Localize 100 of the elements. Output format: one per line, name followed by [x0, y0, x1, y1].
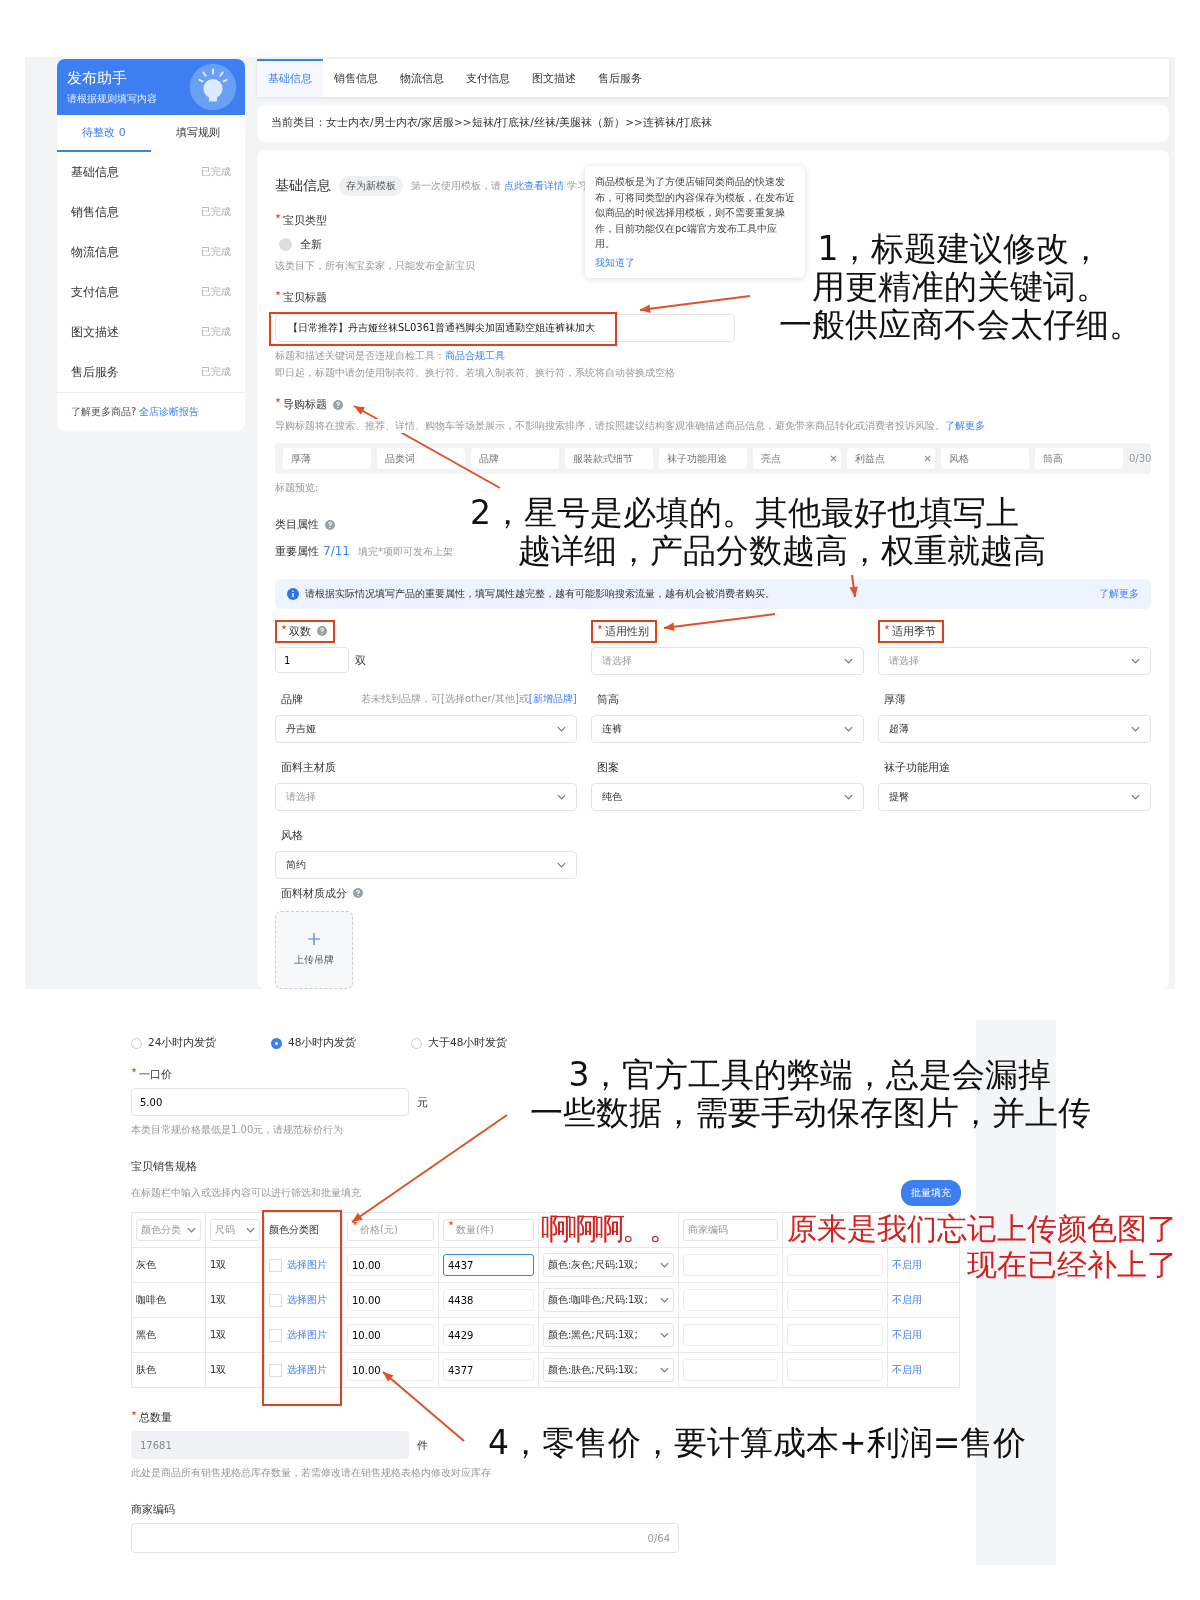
keyword-field[interactable]: 厚薄	[283, 448, 371, 469]
field-label: 宝贝标题	[283, 290, 327, 305]
number-input[interactable]: 1	[275, 647, 349, 673]
sidebar-item-label: 售后服务	[71, 363, 119, 381]
select-dropdown[interactable]: 连裤	[590, 715, 864, 743]
select-dropdown[interactable]: 纯色	[590, 783, 864, 811]
keyword-field[interactable]: 品类词	[377, 448, 465, 469]
upload-button[interactable]: 上传吊牌	[275, 911, 353, 989]
keyword-field[interactable]: 筒高	[1035, 448, 1123, 469]
tab[interactable]: 售后服务	[587, 59, 653, 97]
help-icon[interactable]	[325, 519, 335, 530]
image-thumbnail	[269, 1328, 282, 1342]
sidebar-item[interactable]: 图文描述 已完成	[57, 312, 245, 352]
choose-image-link[interactable]: 选择图片	[287, 1328, 327, 1342]
tab[interactable]: 图文描述	[521, 59, 587, 97]
tab[interactable]: 支付信息	[455, 59, 521, 97]
select-dropdown[interactable]: 简约	[275, 851, 577, 879]
chevron-down-icon	[1131, 726, 1140, 732]
sidebar-item[interactable]: 支付信息 已完成	[57, 272, 245, 312]
spec-dropdown[interactable]: 颜色:灰色;尺码:1双;	[543, 1253, 674, 1277]
chevron-down-icon	[1131, 658, 1140, 664]
chevron-down-icon	[660, 1332, 669, 1338]
keyword-field[interactable]: 品牌	[471, 448, 559, 469]
attribute-label: 品牌	[280, 691, 304, 708]
attribute-label: 厚薄	[882, 691, 907, 708]
select-dropdown[interactable]: 提臀	[877, 783, 1151, 811]
section-label: 宝贝销售规格	[131, 1159, 197, 1174]
annotation-text: 4，零售价，要计算成本+利润=售价	[488, 1424, 1027, 1462]
annotation-text: 现在已经补上了	[967, 1248, 1177, 1281]
price-input[interactable]: 5.00	[131, 1088, 409, 1116]
attribute-label: 适用季节	[877, 619, 944, 643]
unit-label: 件	[417, 1437, 428, 1453]
keyword-field[interactable]: 风格	[941, 448, 1029, 469]
help-icon[interactable]	[317, 626, 327, 636]
field-label: 类目属性	[275, 517, 319, 532]
radio-button[interactable]	[271, 1037, 282, 1049]
help-icon[interactable]	[353, 888, 363, 898]
chevron-down-icon	[187, 1227, 196, 1233]
tab[interactable]: 销售信息	[323, 59, 389, 97]
disable-link[interactable]: 不启用	[892, 1294, 922, 1305]
compliance-tool-link[interactable]: 商品合规工具	[445, 350, 505, 361]
price-input[interactable]: 10.00	[347, 1254, 434, 1276]
keyword-field[interactable]: 袜子功能用途	[659, 448, 747, 469]
annotation-text: 1，标题建议修改，	[817, 230, 1103, 268]
got-it-link[interactable]: 我知道了	[595, 254, 795, 270]
sidebar-item-label: 支付信息	[71, 283, 119, 301]
keyword-field[interactable]: 利益点	[847, 448, 935, 469]
attribute-label: 双数	[275, 619, 335, 643]
quantity-input[interactable]: 4438	[443, 1289, 534, 1311]
help-text: 若未找到品牌，可[选择other/其他]或[新增品牌]	[361, 692, 577, 706]
learn-more-link[interactable]: 了解更多	[1099, 587, 1139, 601]
clear-icon[interactable]	[924, 455, 931, 462]
quantity-input[interactable]: 4377	[443, 1359, 534, 1381]
spec-dropdown[interactable]: 颜色:咖啡色;尺码:1双;	[543, 1288, 674, 1312]
spec-dropdown[interactable]: 颜色:肤色;尺码:1双;	[543, 1358, 674, 1382]
learn-more-link[interactable]: 了解更多	[945, 420, 985, 431]
select-dropdown[interactable]: 超薄	[877, 715, 1151, 743]
quantity-input[interactable]: 4437	[443, 1254, 534, 1276]
tooltip-text: 商品模板是为了方便店铺同类商品的快速发布，可将同类型的内容保存为模板，在发布近似商品的时候选择用模板，则不需要重复操作，目前功能仅在pc端官方发布工具中应用。	[595, 175, 795, 251]
add-brand-link[interactable]: [新增品牌]	[528, 693, 577, 704]
image-thumbnail	[269, 1258, 282, 1272]
choose-image-link[interactable]: 选择图片	[287, 1363, 327, 1377]
report-link[interactable]: 全店诊断报告	[139, 405, 200, 419]
clear-icon[interactable]	[830, 455, 837, 462]
table-cell: 黑色	[131, 1317, 206, 1353]
info-icon	[287, 588, 299, 600]
details-link[interactable]: 点此查看详情	[504, 180, 565, 191]
status-text: 已完成	[201, 325, 231, 339]
batch-fill-button[interactable]: 批量填充	[901, 1180, 961, 1206]
breadcrumb: 当前类目：女士内衣/男士内衣/家居服>>短袜/打底袜/丝袜/美腿袜（新）>>连裤袜/打底袜	[271, 116, 713, 131]
choose-image-link[interactable]: 选择图片	[287, 1258, 327, 1272]
sidebar-item[interactable]: 售后服务 已完成	[57, 352, 245, 392]
chevron-down-icon	[1131, 794, 1140, 800]
annotation-text: 一般供应商不会太仔细。	[778, 305, 1142, 344]
arrow	[849, 574, 858, 598]
tab[interactable]: 物流信息	[389, 59, 455, 97]
tab[interactable]: 基础信息	[257, 59, 323, 97]
keyword-field[interactable]: 服装款式细节	[565, 448, 653, 469]
sidebar-item[interactable]: 物流信息 已完成	[57, 232, 245, 272]
disable-link[interactable]: 不启用	[892, 1329, 922, 1340]
sidebar-item[interactable]: 销售信息 已完成	[57, 192, 245, 232]
attribute-label: 面料材质成分	[275, 881, 371, 905]
quantity-input[interactable]: 4429	[443, 1324, 534, 1346]
disable-link[interactable]: 不启用	[892, 1259, 922, 1270]
help-text: 标题和描述关键词是否违规自检工具：商品合规工具	[275, 349, 505, 363]
choose-image-link[interactable]: 选择图片	[287, 1293, 327, 1307]
chevron-down-icon	[556, 862, 566, 868]
attribute-label: 面料主材质	[280, 759, 337, 776]
annotation-text: 2，星号是必填的。其他最好也填写上	[470, 494, 1019, 532]
price-input[interactable]: 10.00	[347, 1359, 434, 1381]
title-input[interactable]: 【日常推荐】丹吉娅丝袜SL0361普通裆脚尖加固通勤空姐连裤袜加大	[275, 314, 735, 342]
help-icon[interactable]	[333, 399, 343, 410]
save-template-button[interactable]: 存为新模板	[339, 176, 403, 196]
disable-link[interactable]: 不启用	[892, 1364, 922, 1375]
keyword-field[interactable]: 亮点	[753, 448, 841, 469]
select-dropdown[interactable]: 丹吉娅	[275, 715, 577, 743]
spec-dropdown[interactable]: 颜色:黑色;尺码:1双;	[543, 1323, 674, 1347]
price-input[interactable]: 10.00	[347, 1324, 434, 1346]
sidebar-item[interactable]: 基础信息 已完成	[57, 152, 245, 192]
price-input[interactable]: 10.00	[347, 1289, 434, 1311]
